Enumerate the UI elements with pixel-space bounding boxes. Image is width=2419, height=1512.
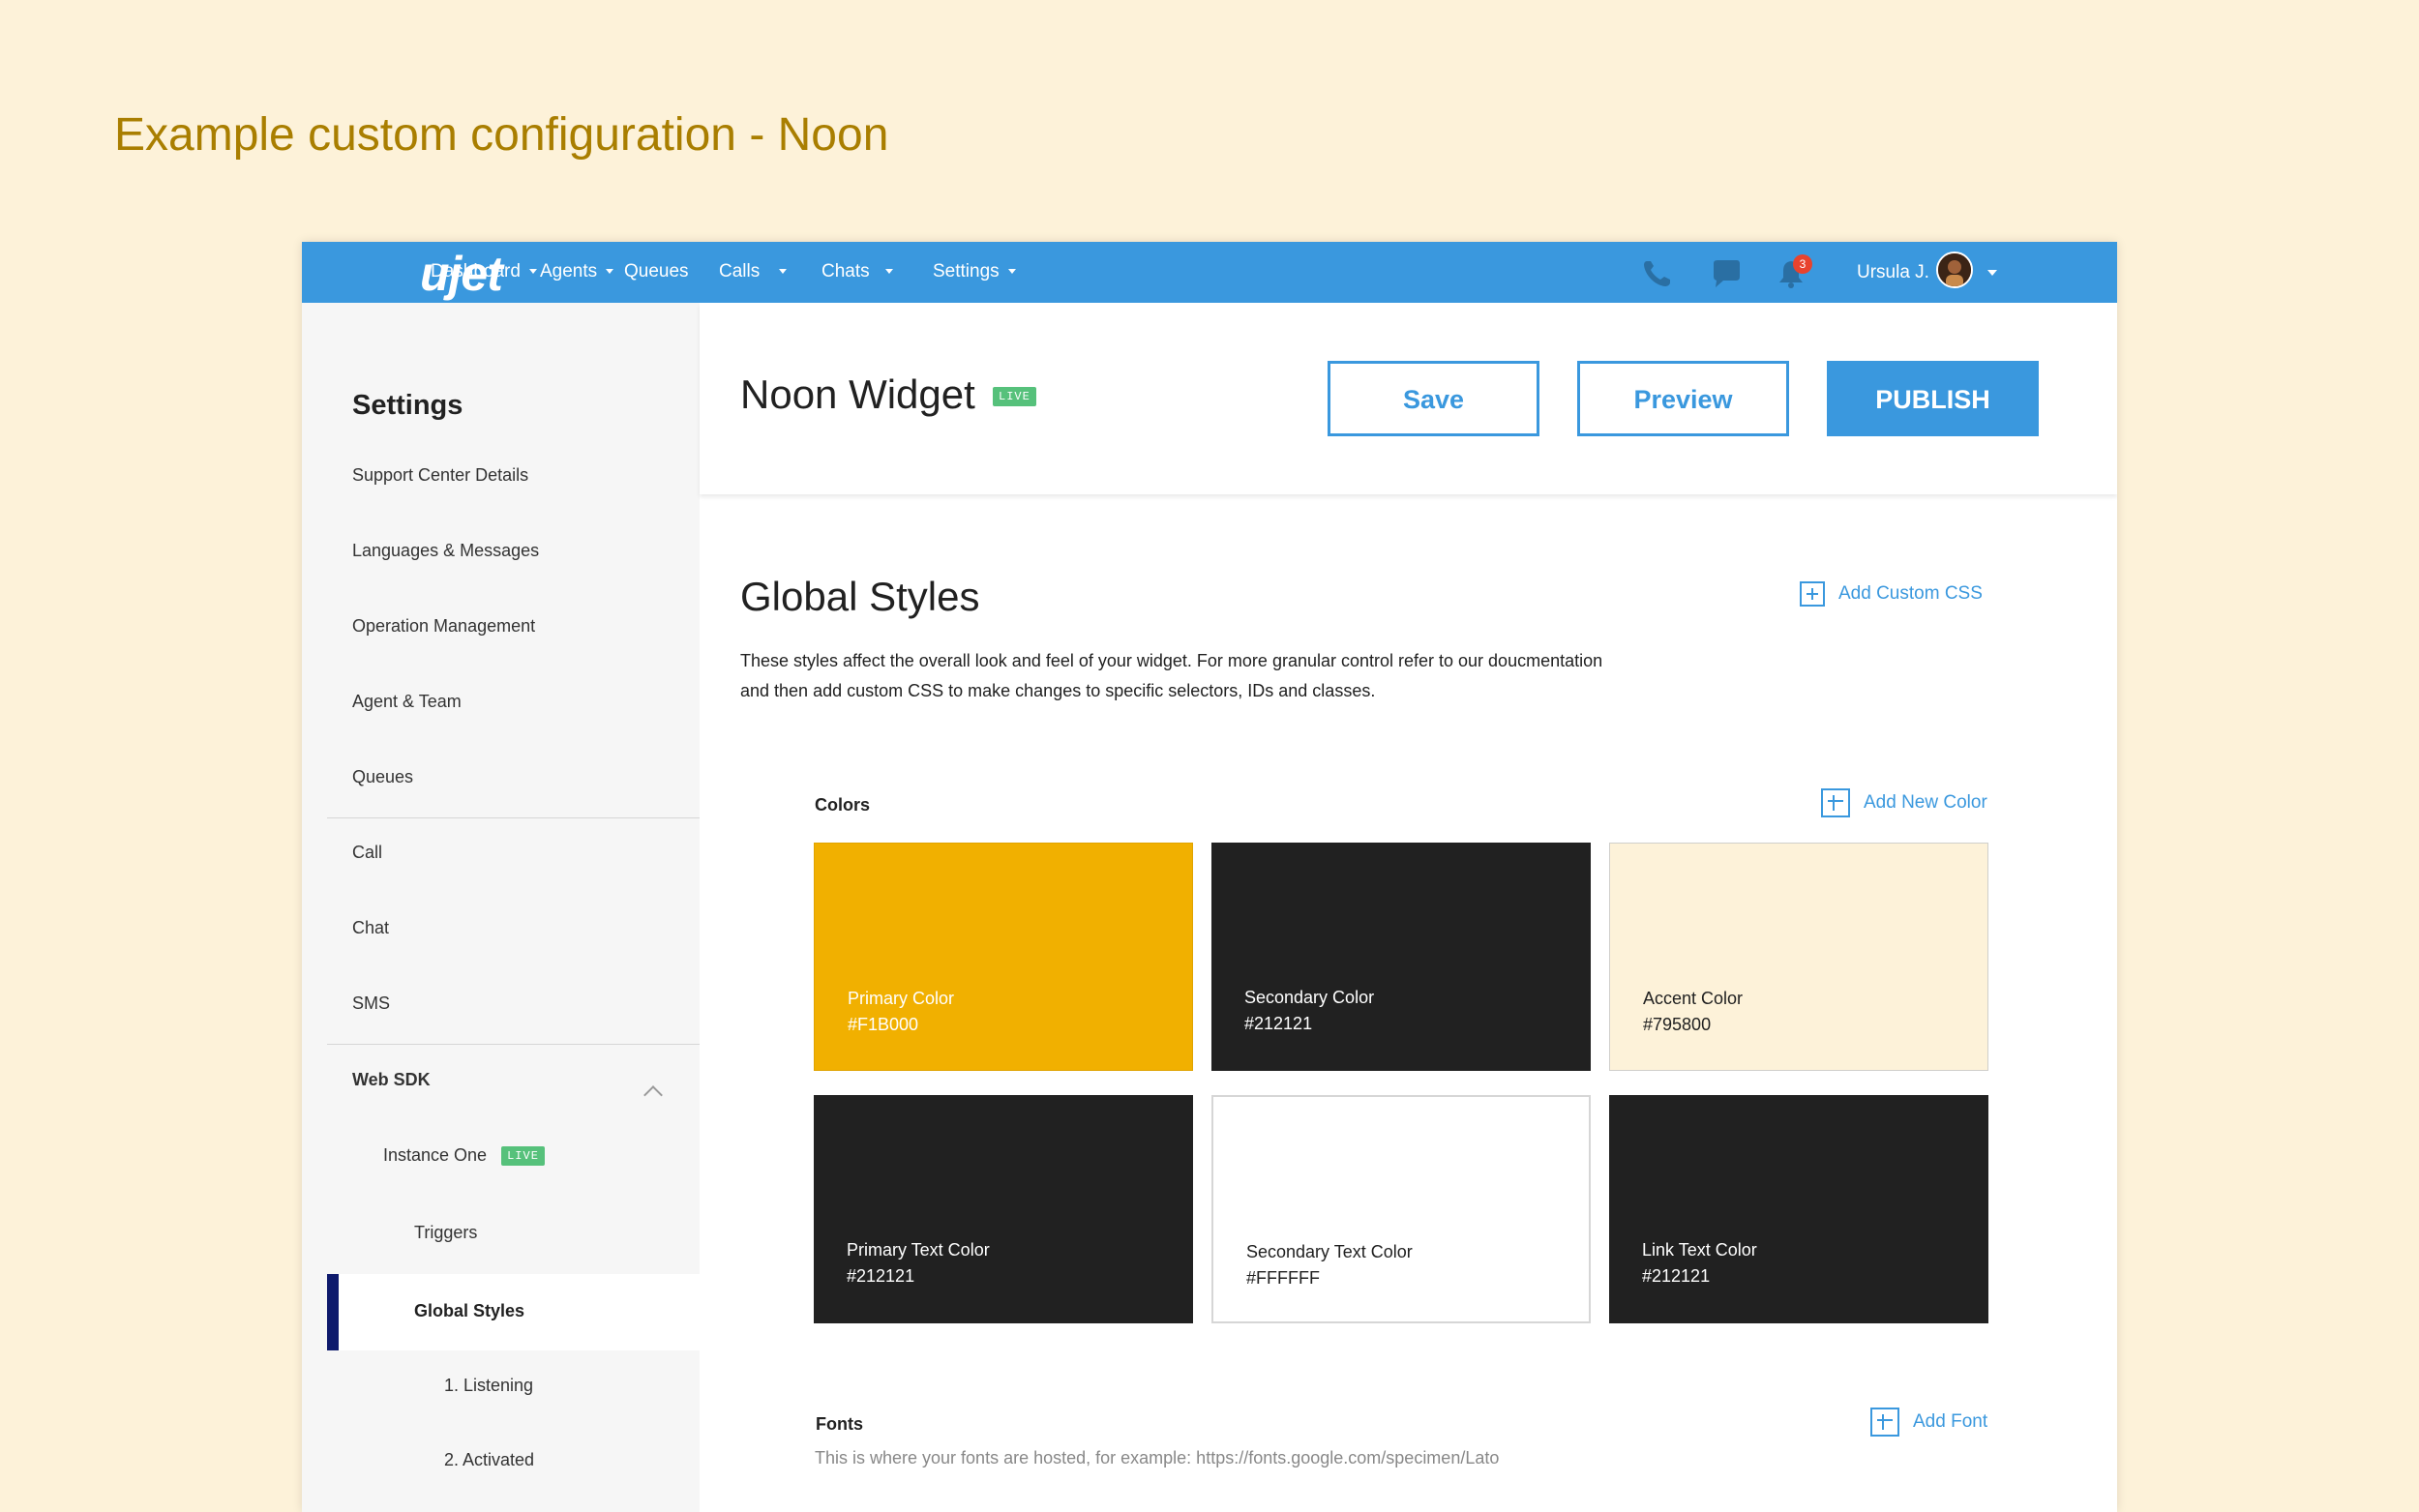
color-swatch-primary[interactable]: Primary Color #F1B000: [814, 843, 1193, 1071]
swatch-name: Primary Color: [848, 989, 955, 1008]
color-swatch-link-text[interactable]: Link Text Color #212121: [1609, 1095, 1988, 1323]
nav-agents-label: Agents: [540, 261, 598, 282]
widget-live-badge: LIVE: [993, 387, 1036, 406]
publish-button[interactable]: PUBLISH: [1827, 361, 2039, 436]
save-button[interactable]: Save: [1328, 361, 1539, 436]
swatch-name: Secondary Text Color: [1246, 1242, 1413, 1261]
section-description: These styles affect the overall look and…: [740, 646, 1669, 706]
sidebar-item-call[interactable]: Call: [352, 843, 382, 863]
swatch-name: Link Text Color: [1642, 1240, 1757, 1260]
nav-chats-label: Chats: [821, 261, 870, 282]
plus-icon: [1800, 581, 1825, 607]
colors-heading: Colors: [815, 795, 871, 815]
live-badge: LIVE: [993, 387, 1036, 406]
color-swatch-accent[interactable]: Accent Color #795800: [1609, 843, 1988, 1071]
description-line-1: These styles affect the overall look and…: [740, 651, 1603, 670]
sidebar-item-operation-management[interactable]: Operation Management: [352, 616, 535, 637]
nav-queues[interactable]: Queues: [624, 261, 689, 282]
sidebar-item-triggers[interactable]: Triggers: [414, 1223, 477, 1243]
notification-badge: 3: [1793, 254, 1812, 274]
nav-chats[interactable]: Chats: [821, 261, 893, 282]
chevron-down-icon: [884, 269, 893, 275]
chevron-down-icon: [606, 269, 614, 275]
swatch-hex: #FFFFFF: [1246, 1268, 1320, 1288]
add-new-color-button[interactable]: Add New Color: [1821, 788, 1987, 817]
top-navbar: ujet Dashboard Agents Queues Calls Chats…: [302, 242, 2117, 303]
color-swatch-secondary[interactable]: Secondary Color #212121: [1211, 843, 1591, 1071]
add-font-label: Add Font: [1913, 1411, 1988, 1433]
fonts-heading: Fonts: [816, 1414, 863, 1434]
swatch-name: Accent Color: [1643, 989, 1744, 1008]
live-badge: LIVE: [501, 1146, 545, 1167]
sidebar-item-instance-one-label: Instance One: [383, 1145, 488, 1165]
page-title: Example custom configuration - Noon: [114, 109, 889, 161]
section-title: Global Styles: [740, 574, 980, 619]
chevron-down-icon: [528, 269, 537, 275]
add-font-button[interactable]: Add Font: [1870, 1408, 1987, 1437]
add-custom-css-button[interactable]: Add Custom CSS: [1800, 581, 1983, 607]
swatch-hex: #F1B000: [848, 1015, 919, 1034]
nav-calls[interactable]: Calls: [719, 261, 788, 282]
chevron-up-icon[interactable]: [643, 1085, 663, 1105]
description-line-2: and then add custom CSS to make changes …: [740, 681, 1376, 700]
sidebar-item-queues[interactable]: Queues: [352, 767, 413, 787]
phone-icon[interactable]: [1641, 258, 1674, 289]
app-window: ujet Dashboard Agents Queues Calls Chats…: [302, 242, 2117, 1512]
sidebar-item-activated[interactable]: 2. Activated: [444, 1450, 534, 1470]
settings-sidebar: Settings Support Center Details Language…: [302, 303, 700, 1512]
sidebar-item-web-sdk[interactable]: Web SDK: [352, 1070, 431, 1090]
sidebar-item-sms[interactable]: SMS: [352, 993, 390, 1014]
sidebar-heading: Settings: [352, 390, 463, 421]
sidebar-item-listening[interactable]: 1. Listening: [444, 1376, 533, 1396]
swatch-hex: #795800: [1643, 1015, 1712, 1034]
swatch-hex: #212121: [1244, 1014, 1313, 1033]
color-swatch-primary-text[interactable]: Primary Text Color #212121: [814, 1095, 1193, 1323]
sidebar-item-global-styles[interactable]: Global Styles: [414, 1301, 524, 1321]
swatch-name: Primary Text Color: [847, 1240, 990, 1260]
chat-bubble-icon[interactable]: [1710, 258, 1743, 289]
fonts-description: This is where your fonts are hosted, for…: [815, 1448, 1500, 1468]
nav-calls-label: Calls: [719, 261, 761, 282]
nav-agents[interactable]: Agents: [540, 261, 614, 282]
sidebar-item-agent-team[interactable]: Agent & Team: [352, 692, 462, 712]
swatch-hex: #212121: [1642, 1266, 1711, 1286]
color-swatch-secondary-text[interactable]: Secondary Text Color #FFFFFF: [1211, 1095, 1591, 1323]
user-name[interactable]: Ursula J.: [1857, 262, 1929, 283]
widget-title: Noon Widget: [740, 371, 975, 417]
sidebar-divider: [327, 817, 700, 818]
chevron-down-icon: [779, 269, 788, 275]
add-custom-css-label: Add Custom CSS: [1838, 583, 1983, 605]
nav-dashboard-label: Dashboard: [431, 261, 521, 282]
user-photo-icon: [1938, 253, 1971, 286]
avatar[interactable]: [1936, 252, 1973, 288]
sidebar-active-indicator: [327, 1274, 339, 1350]
add-new-color-label: Add New Color: [1864, 792, 1987, 814]
user-menu-chevron-icon[interactable]: [1987, 270, 1997, 276]
nav-dashboard[interactable]: Dashboard: [431, 261, 537, 282]
nav-queues-label: Queues: [624, 261, 689, 282]
preview-button[interactable]: Preview: [1577, 361, 1789, 436]
swatch-hex: #212121: [847, 1266, 915, 1286]
nav-settings[interactable]: Settings: [933, 261, 1016, 282]
chevron-down-icon: [1007, 269, 1016, 275]
sidebar-item-support-center-details[interactable]: Support Center Details: [352, 465, 528, 486]
plus-icon: [1870, 1408, 1899, 1437]
sidebar-item-chat[interactable]: Chat: [352, 918, 389, 938]
plus-icon: [1821, 788, 1850, 817]
sidebar-item-languages-messages[interactable]: Languages & Messages: [352, 541, 539, 561]
sidebar-item-instance-one[interactable]: Instance One LIVE: [383, 1145, 545, 1167]
sidebar-divider: [327, 1044, 700, 1045]
swatch-name: Secondary Color: [1244, 988, 1375, 1007]
nav-settings-label: Settings: [933, 261, 1000, 282]
